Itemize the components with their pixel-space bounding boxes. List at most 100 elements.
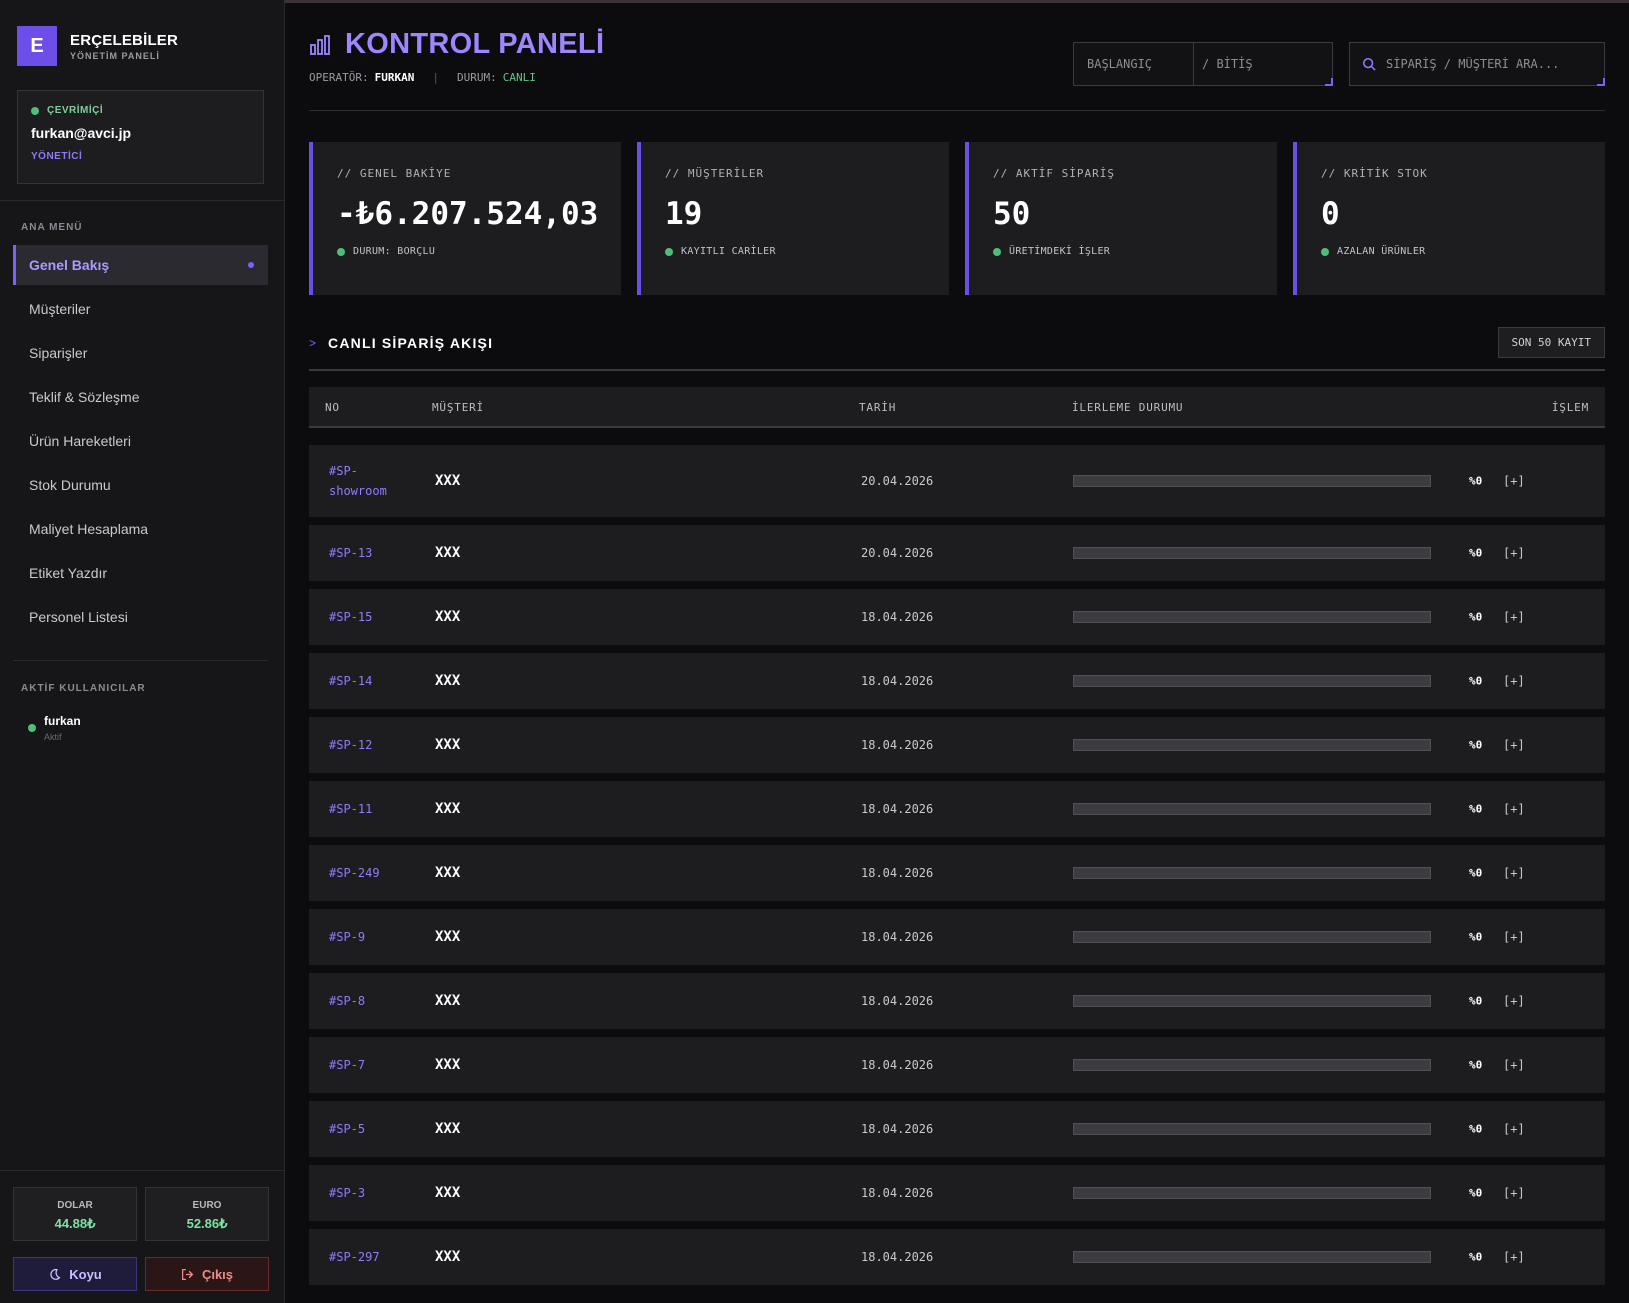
order-expand-button[interactable]: [+] — [1503, 738, 1525, 752]
stat-card-critical-stock[interactable]: // KRİTİK STOK 0 AZALAN ÜRÜNLER — [1293, 142, 1605, 295]
order-number-link[interactable]: #SP-8 — [329, 991, 419, 1011]
order-customer: XXX — [435, 673, 461, 689]
logout-button[interactable]: Çıkış — [145, 1257, 269, 1291]
order-number-link[interactable]: #SP-7 — [329, 1055, 419, 1075]
sidebar-item-label: Stok Durumu — [29, 477, 111, 493]
search-box[interactable] — [1349, 42, 1605, 86]
order-expand-button[interactable]: [+] — [1503, 866, 1525, 880]
stat-card-footer-text: DURUM: BORÇLU — [353, 246, 436, 257]
operator-label: OPERATÖR: — [309, 71, 369, 84]
sidebar-item-genel-bakis[interactable]: Genel Bakış — [13, 245, 268, 285]
sidebar-item-musteriler[interactable]: Müşteriler — [13, 289, 268, 329]
order-number-link[interactable]: #SP-3 — [329, 1183, 419, 1203]
order-progress-percent: %0 — [1469, 866, 1483, 880]
section-divider — [309, 369, 1605, 371]
stat-card-customers[interactable]: // MÜŞTERİLER 19 KAYITLI CARİLER — [637, 142, 949, 295]
table-row[interactable]: #SP-9 XXX 18.04.2026 %0 [+] — [309, 909, 1605, 965]
order-expand-button[interactable]: [+] — [1503, 994, 1525, 1008]
stat-card-value: 19 — [665, 196, 703, 232]
order-number-link[interactable]: #SP-12 — [329, 735, 419, 755]
table-row[interactable]: #SP-8 XXX 18.04.2026 %0 [+] — [309, 973, 1605, 1029]
sidebar-item-label: Ürün Hareketleri — [29, 433, 131, 449]
table-row[interactable]: #SP-3 XXX 18.04.2026 %0 [+] — [309, 1165, 1605, 1221]
user-online-dot-icon — [28, 724, 36, 732]
stat-card-active-orders[interactable]: // AKTİF SİPARİŞ 50 ÜRETİMDEKİ İŞLER — [965, 142, 1277, 295]
column-header-date: TARİH — [859, 401, 897, 414]
order-customer: XXX — [435, 1185, 461, 1201]
sidebar-item-label: Personel Listesi — [29, 609, 128, 625]
order-progress-bar — [1073, 1251, 1431, 1263]
order-expand-button[interactable]: [+] — [1503, 674, 1525, 688]
order-expand-button[interactable]: [+] — [1503, 930, 1525, 944]
sidebar-item-stok-durumu[interactable]: Stok Durumu — [13, 465, 268, 505]
theme-toggle-button[interactable]: Koyu — [13, 1257, 137, 1291]
sidebar-item-label: Müşteriler — [29, 301, 91, 317]
stat-card-footer: KAYITLI CARİLER — [665, 246, 949, 257]
order-number-link[interactable]: #SP-14 — [329, 671, 419, 691]
order-date: 18.04.2026 — [861, 802, 934, 816]
date-range-picker[interactable]: BAŞLANGIÇ / BİTİŞ — [1073, 42, 1333, 86]
column-header-no: NO — [325, 401, 340, 414]
order-date: 18.04.2026 — [861, 1058, 934, 1072]
table-row[interactable]: #SP-12 XXX 18.04.2026 %0 [+] — [309, 717, 1605, 773]
fx-euro-value: 52.86₺ — [186, 1216, 228, 1231]
sidebar-item-personel-listesi[interactable]: Personel Listesi — [13, 597, 268, 637]
online-dot-icon — [31, 106, 39, 115]
order-number-link[interactable]: #SP-showroom — [329, 461, 399, 501]
order-date: 18.04.2026 — [861, 1122, 934, 1136]
order-expand-button[interactable]: [+] — [1503, 546, 1525, 560]
stat-card-balance[interactable]: // GENEL BAKİYE -₺6.207.524,03 DURUM: BO… — [309, 142, 621, 295]
table-row[interactable]: #SP-7 XXX 18.04.2026 %0 [+] — [309, 1037, 1605, 1093]
stat-card-label: // AKTİF SİPARİŞ — [993, 167, 1115, 180]
sidebar-item-teklif-sozlesme[interactable]: Teklif & Sözleşme — [13, 377, 268, 417]
table-row[interactable]: #SP-13 XXX 20.04.2026 %0 [+] — [309, 525, 1605, 581]
stat-cards: // GENEL BAKİYE -₺6.207.524,03 DURUM: BO… — [309, 142, 1605, 295]
corner-accent — [1597, 78, 1605, 86]
top-accent-line — [285, 0, 1629, 3]
active-users-title: AKTİF KULLANICILAR — [21, 683, 146, 694]
order-expand-button[interactable]: [+] — [1503, 474, 1525, 488]
brand[interactable]: E ERÇELEBİLER YÖNETİM PANELİ — [17, 26, 178, 66]
order-date: 20.04.2026 — [861, 546, 934, 560]
search-input[interactable] — [1386, 57, 1586, 71]
order-number-link[interactable]: #SP-297 — [329, 1247, 419, 1267]
order-expand-button[interactable]: [+] — [1503, 1122, 1525, 1136]
order-progress-bar — [1073, 739, 1431, 751]
table-row[interactable]: #SP-297 XXX 18.04.2026 %0 [+] — [309, 1229, 1605, 1285]
order-number-link[interactable]: #SP-5 — [329, 1119, 419, 1139]
order-customer: XXX — [435, 1121, 461, 1137]
order-expand-button[interactable]: [+] — [1503, 1186, 1525, 1200]
active-user-item[interactable]: furkan Aktif — [28, 714, 81, 742]
sidebar-item-etiket-yazdir[interactable]: Etiket Yazdır — [13, 553, 268, 593]
table-row[interactable]: #SP-5 XXX 18.04.2026 %0 [+] — [309, 1101, 1605, 1157]
order-number-link[interactable]: #SP-15 — [329, 607, 419, 627]
order-customer: XXX — [435, 865, 461, 881]
order-expand-button[interactable]: [+] — [1503, 1058, 1525, 1072]
stat-card-value: 0 — [1321, 196, 1340, 232]
order-expand-button[interactable]: [+] — [1503, 1250, 1525, 1264]
order-progress-bar — [1073, 675, 1431, 687]
online-status: ÇEVRİMİÇİ — [31, 105, 250, 116]
column-header-customer: MÜŞTERİ — [432, 401, 484, 414]
order-number-link[interactable]: #SP-13 — [329, 543, 419, 563]
table-row[interactable]: #SP-11 XXX 18.04.2026 %0 [+] — [309, 781, 1605, 837]
table-row[interactable]: #SP-14 XXX 18.04.2026 %0 [+] — [309, 653, 1605, 709]
sidebar-item-urun-hareketleri[interactable]: Ürün Hareketleri — [13, 421, 268, 461]
order-progress-percent: %0 — [1469, 1058, 1483, 1072]
order-number-link[interactable]: #SP-249 — [329, 863, 419, 883]
date-start-input[interactable]: BAŞLANGIÇ — [1074, 43, 1194, 85]
date-end-input[interactable]: / BİTİŞ — [1194, 57, 1253, 71]
search-icon — [1362, 57, 1376, 71]
order-number-link[interactable]: #SP-9 — [329, 927, 419, 947]
order-number-link[interactable]: #SP-11 — [329, 799, 419, 819]
table-row[interactable]: #SP-249 XXX 18.04.2026 %0 [+] — [309, 845, 1605, 901]
table-row[interactable]: #SP-showroom XXX 20.04.2026 %0 [+] — [309, 445, 1605, 517]
order-expand-button[interactable]: [+] — [1503, 610, 1525, 624]
fx-euro: EURO 52.86₺ — [145, 1187, 269, 1241]
last-50-records-button[interactable]: SON 50 KAYIT — [1497, 327, 1605, 358]
table-row[interactable]: #SP-15 XXX 18.04.2026 %0 [+] — [309, 589, 1605, 645]
stat-card-value: 50 — [993, 196, 1031, 232]
sidebar-item-siparisler[interactable]: Siparişler — [13, 333, 268, 373]
sidebar-item-maliyet-hesaplama[interactable]: Maliyet Hesaplama — [13, 509, 268, 549]
order-expand-button[interactable]: [+] — [1503, 802, 1525, 816]
